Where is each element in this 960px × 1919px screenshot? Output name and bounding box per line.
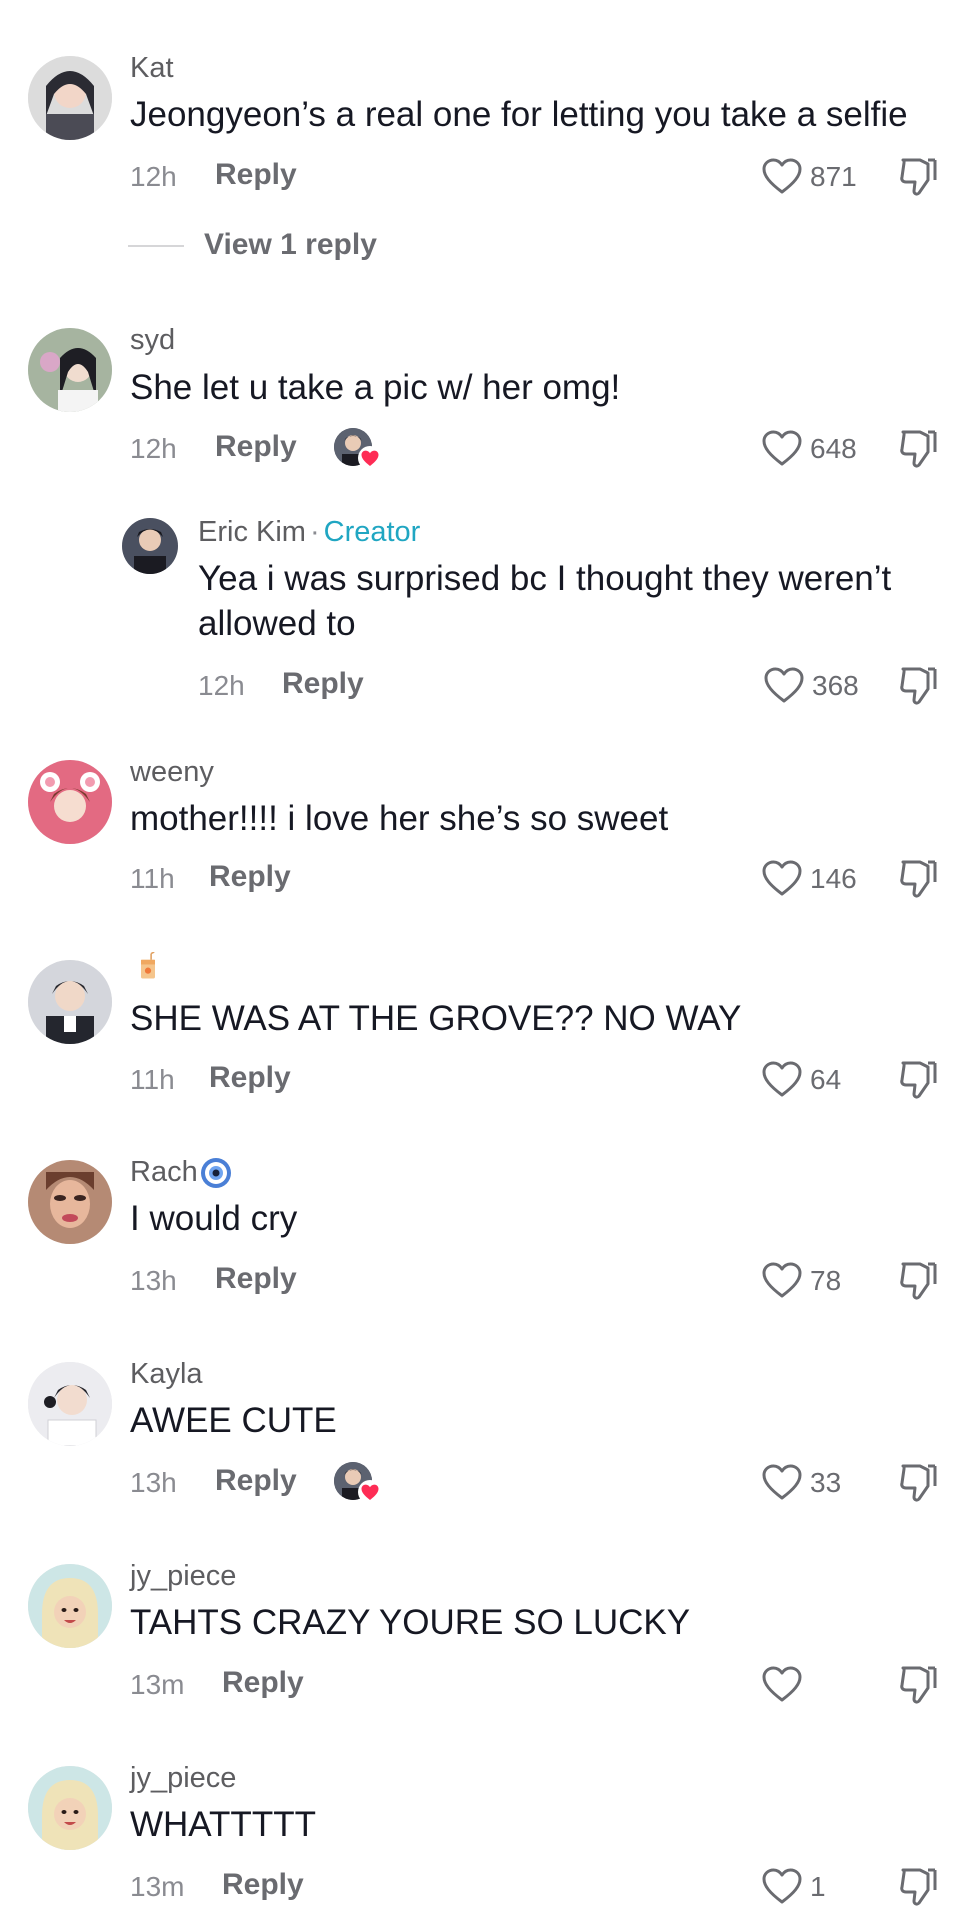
like-count: 146 [810, 863, 857, 894]
avatar[interactable] [122, 518, 178, 574]
dislike-icon[interactable] [898, 427, 938, 469]
avatar[interactable] [28, 56, 112, 140]
dislike-icon[interactable] [898, 1865, 938, 1907]
like-count: 33 [810, 1467, 842, 1498]
heart-badge-icon [358, 1480, 382, 1504]
comment-timestamp: 13m [130, 1871, 185, 1902]
reply-button[interactable]: Reply [222, 1666, 304, 1700]
avatar[interactable] [28, 1362, 112, 1446]
dislike-icon[interactable] [898, 664, 938, 706]
dislike-icon[interactable] [898, 1461, 938, 1503]
comment-text: WHATTTTT [130, 1805, 316, 1844]
reply-button[interactable]: Reply [282, 667, 364, 701]
heart-icon[interactable] [760, 1866, 804, 1906]
avatar[interactable] [28, 760, 112, 844]
comment-timestamp: 13m [130, 1669, 185, 1700]
dislike-icon[interactable] [898, 857, 938, 899]
comment-username[interactable]: syd [130, 322, 175, 358]
like-count: 78 [810, 1265, 842, 1296]
comment-timestamp: 11h [130, 1064, 175, 1095]
creator-badge: Creator [323, 516, 421, 548]
heart-badge-icon [358, 446, 382, 470]
reply-button[interactable]: Reply [209, 1061, 291, 1095]
comment-username[interactable]: Rach [130, 1154, 232, 1190]
heart-icon[interactable] [760, 428, 804, 468]
comment-timestamp: 12h [198, 670, 245, 701]
comment-text: TAHTS CRAZY YOURE SO LUCKY [130, 1603, 691, 1642]
comment-username[interactable]: jy_piece [130, 1558, 236, 1594]
reply-button[interactable]: Reply [209, 860, 291, 894]
separator-dot: · [309, 516, 320, 548]
like-count: 1 [810, 1871, 826, 1902]
heart-icon[interactable] [760, 1462, 804, 1502]
reply-button[interactable]: Reply [215, 158, 297, 192]
comment-timestamp: 13h [130, 1265, 177, 1296]
avatar[interactable] [28, 328, 112, 412]
comment-text: mother!!!! i love her she’s so sweet [130, 799, 669, 838]
comment-timestamp: 12h [130, 161, 177, 192]
comment-timestamp: 12h [130, 433, 177, 464]
creator-name[interactable]: Eric Kim [198, 516, 306, 548]
like-count: 64 [810, 1064, 842, 1095]
comment-username[interactable]: Kat [130, 50, 174, 86]
comment-username[interactable]: jy_piece [130, 1760, 236, 1796]
dislike-icon[interactable] [898, 1259, 938, 1301]
juice-box-icon [141, 952, 155, 979]
avatar[interactable] [28, 1160, 112, 1244]
comment-text: AWEE CUTE [130, 1401, 337, 1440]
dislike-icon[interactable] [898, 1058, 938, 1100]
comment-username[interactable]: Kayla [130, 1356, 203, 1392]
creator-liked-avatar [334, 428, 382, 470]
heart-icon[interactable] [760, 156, 804, 196]
like-count: 648 [810, 433, 857, 464]
heart-icon[interactable] [762, 665, 806, 705]
evil-eye-icon [200, 1158, 231, 1189]
comment-text: She let u take a pic w/ her omg! [130, 368, 621, 407]
dislike-icon[interactable] [898, 1663, 938, 1705]
creator-liked-avatar [334, 1462, 382, 1504]
username-text[interactable]: Rach [130, 1156, 198, 1188]
reply-button[interactable]: Reply [215, 1464, 297, 1498]
comment-username[interactable]: Eric Kim · Creator [198, 514, 420, 550]
view-replies-divider [128, 245, 184, 247]
comment-text: Yea i was surprised bc I thought they we… [198, 559, 892, 598]
like-count: 368 [812, 670, 859, 701]
comment-timestamp: 11h [130, 863, 175, 894]
reply-button[interactable]: Reply [215, 1262, 297, 1296]
heart-icon[interactable] [760, 1664, 804, 1704]
heart-icon[interactable] [760, 1260, 804, 1300]
heart-icon[interactable] [760, 1059, 804, 1099]
comment-text: Jeongyeon’s a real one for letting you t… [130, 95, 908, 134]
comment-timestamp: 13h [130, 1467, 177, 1498]
comment-list: Kat Jeongyeon’s a real one for letting y… [0, 0, 960, 1919]
avatar[interactable] [28, 1766, 112, 1850]
dislike-icon[interactable] [898, 155, 938, 197]
view-replies-button[interactable]: View 1 reply [204, 228, 377, 262]
comment-text: SHE WAS AT THE GROVE?? NO WAY [130, 999, 742, 1038]
reply-button[interactable]: Reply [215, 430, 297, 464]
heart-icon[interactable] [760, 858, 804, 898]
avatar[interactable] [28, 1564, 112, 1648]
avatar[interactable] [28, 960, 112, 1044]
comment-username[interactable]: weeny [130, 754, 214, 790]
like-count: 871 [810, 161, 857, 192]
comment-text-continued: allowed to [198, 604, 356, 643]
comment-text: I would cry [130, 1199, 298, 1238]
reply-button[interactable]: Reply [222, 1868, 304, 1902]
